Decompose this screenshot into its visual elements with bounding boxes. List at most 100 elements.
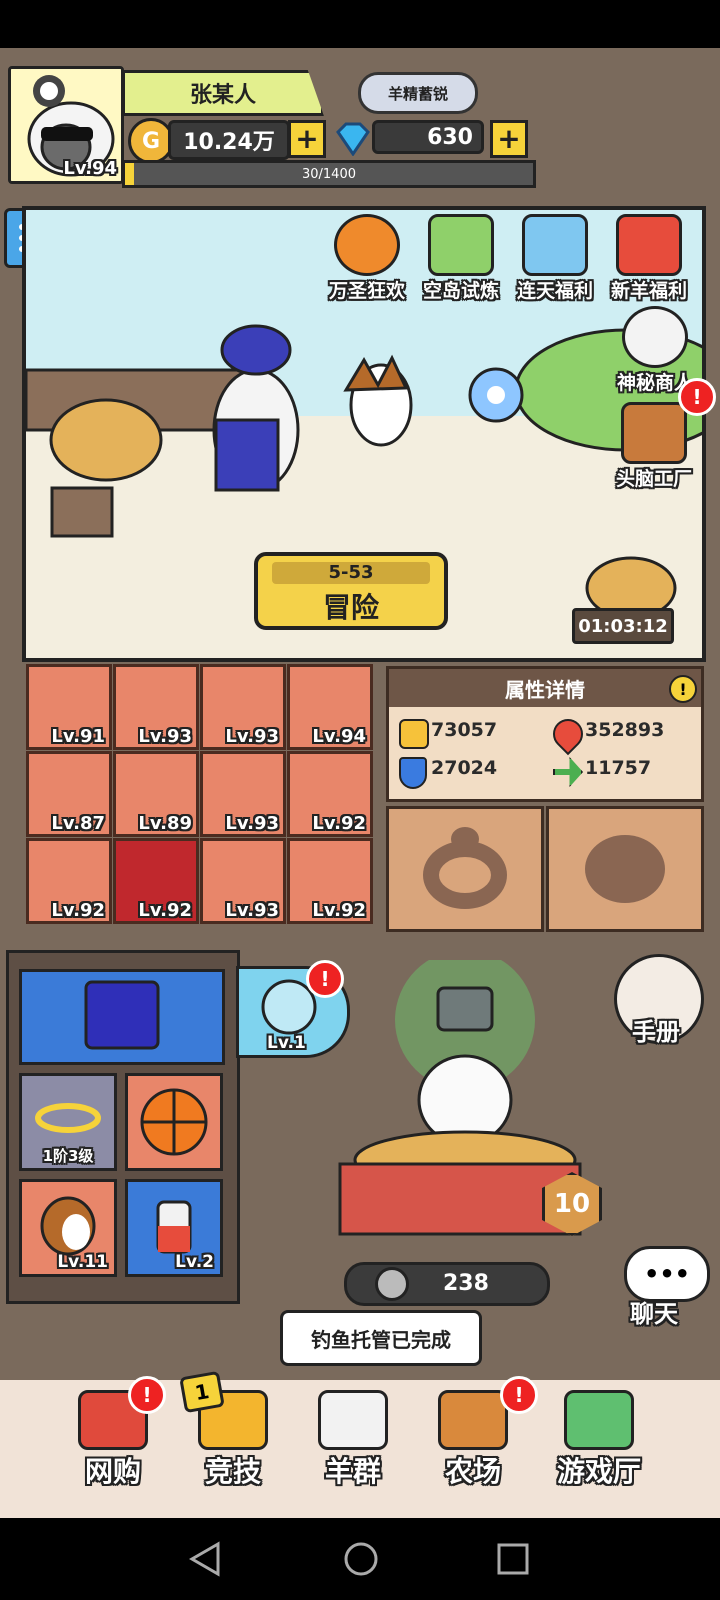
farm-alert-icon: ! (500, 1376, 538, 1414)
defense-value: 27024 (431, 757, 498, 779)
basketball-item[interactable] (125, 1073, 223, 1171)
event-label: 头脑工厂 (615, 468, 692, 490)
gear-slot[interactable]: Lv.92 (287, 838, 373, 924)
gear-slot[interactable]: Lv.93 (113, 664, 199, 750)
recents-icon[interactable] (496, 1542, 530, 1576)
gear-slot[interactable]: Lv.93 (200, 838, 286, 924)
item-rank: 1阶3级 (42, 1147, 94, 1165)
nav-item[interactable]: 羊群 (298, 1390, 408, 1490)
nav-item[interactable]: 游戏厅 (544, 1390, 654, 1490)
attack-value: 73057 (431, 719, 498, 741)
event-new-sheep-welfare[interactable]: 新羊福利 (604, 214, 694, 303)
notice-bubble: 钓鱼托管已完成 (280, 1310, 482, 1366)
gear-level: Lv.89 (138, 813, 192, 834)
farm-count: 238 (443, 1271, 489, 1296)
flock-icon (318, 1390, 388, 1450)
ring-icon (423, 827, 507, 909)
event-label: 万圣狂欢 (328, 280, 405, 302)
xp-text: 30/1400 (301, 166, 356, 182)
gear-slot[interactable]: Lv.92 (26, 838, 112, 924)
equipment-slot-fur[interactable] (546, 806, 704, 932)
gear-slot[interactable]: Lv.93 (200, 664, 286, 750)
fishbowl-level: Lv.1 (267, 1033, 306, 1053)
event-daily-welfare[interactable]: 连天福利 (510, 214, 600, 303)
manual-label: 手册 (632, 1018, 680, 1046)
status-bar (0, 0, 720, 48)
gear-slot[interactable]: Lv.89 (113, 751, 199, 837)
gear-level: Lv.94 (312, 726, 366, 747)
gear-slot[interactable]: Lv.87 (26, 751, 112, 837)
barn-icon (438, 1390, 508, 1450)
gear-slot[interactable]: Lv.91 (26, 664, 112, 750)
system-nav-bar (0, 1518, 720, 1600)
farm-scene[interactable] (330, 960, 610, 1300)
shield-icon (399, 757, 427, 789)
player-avatar[interactable]: Lv.94 (8, 66, 124, 184)
xp-fill (125, 163, 134, 185)
attribute-title: 属性详情 (389, 669, 701, 707)
add-gems-button[interactable]: + (490, 120, 528, 158)
brain-factory-alert-icon: ! (678, 378, 716, 416)
add-gold-button[interactable]: + (288, 120, 326, 158)
attribute-panel[interactable]: 属性详情 ! 73057 352893 27024 11757 (386, 666, 704, 802)
back-icon[interactable] (188, 1540, 222, 1578)
gear-slot[interactable]: Lv.93 (200, 751, 286, 837)
arena-count-badge: 1 (179, 1370, 225, 1414)
halo-item[interactable]: 1阶3级 (19, 1073, 117, 1171)
player-level: Lv.94 (63, 158, 117, 179)
shop-alert-icon: ! (128, 1376, 166, 1414)
hedgehog-pet[interactable]: Lv.11 (19, 1179, 117, 1277)
gear-level: Lv.92 (51, 900, 105, 921)
gear-level: Lv.93 (138, 726, 192, 747)
adventure-button[interactable]: 5-53 冒险 (254, 552, 448, 630)
xp-bar: 30/1400 (122, 160, 536, 188)
player-name[interactable]: 张某人 (122, 70, 324, 116)
arcade-icon (564, 1390, 634, 1450)
gear-slot[interactable]: Lv.92 (287, 751, 373, 837)
equipment-slot-ring[interactable] (386, 806, 544, 932)
nav-label: 游戏厅 (556, 1455, 641, 1488)
basketball-icon (140, 1088, 208, 1156)
stage-number: 5-53 (272, 562, 430, 584)
event-halloween[interactable]: 万圣狂欢 (322, 214, 412, 303)
bottle-item[interactable]: Lv.2 (125, 1179, 223, 1277)
pet-level: Lv.11 (57, 1252, 108, 1272)
chat-label: 聊天 (630, 1300, 678, 1328)
gold-amount: 10.24万 (168, 120, 290, 160)
event-brain-factory[interactable]: 头脑工厂 (606, 402, 702, 491)
nav-label: 农场 (444, 1455, 501, 1488)
fur-icon (585, 835, 665, 903)
speed-icon (553, 757, 583, 787)
gear-slot[interactable]: Lv.92 (113, 838, 199, 924)
brain-factory-icon (621, 402, 687, 464)
event-label: 新羊福利 (610, 280, 687, 302)
farm-counter: 238 (344, 1262, 550, 1306)
event-label: 空岛试炼 (422, 280, 499, 302)
merchant-icon (622, 306, 688, 368)
attack-icon (399, 719, 429, 749)
pants-item[interactable] (19, 969, 225, 1065)
gear-level: Lv.91 (51, 726, 105, 747)
home-icon[interactable] (342, 1540, 380, 1578)
nav-label: 网购 (84, 1455, 141, 1488)
event-label: 连天福利 (516, 280, 593, 302)
pants-icon (84, 980, 160, 1050)
gear-slot[interactable]: Lv.94 (287, 664, 373, 750)
nav-label: 竞技 (204, 1455, 261, 1488)
gear-level: Lv.92 (312, 900, 366, 921)
diamond-icon (334, 122, 372, 157)
island-icon (428, 214, 494, 276)
bottle-level: Lv.2 (175, 1252, 214, 1272)
info-icon[interactable]: ! (669, 675, 697, 703)
player-title-badge[interactable]: 羊精蓄锐 (358, 72, 478, 114)
idle-reward-timer[interactable]: 01:03:12 (572, 608, 674, 644)
heart-icon (546, 712, 590, 756)
chat-button[interactable]: ••• 聊天 (624, 1246, 710, 1328)
gear-level: Lv.93 (225, 726, 279, 747)
event-sky-island[interactable]: 空岛试炼 (416, 214, 506, 303)
gear-level: Lv.93 (225, 813, 279, 834)
gear-level: Lv.87 (51, 813, 105, 834)
gear-level: Lv.92 (138, 900, 192, 921)
manual-button[interactable]: 手册 (614, 954, 704, 1050)
inventory-panel: 1阶3级 Lv.11 Lv.2 (6, 950, 240, 1304)
